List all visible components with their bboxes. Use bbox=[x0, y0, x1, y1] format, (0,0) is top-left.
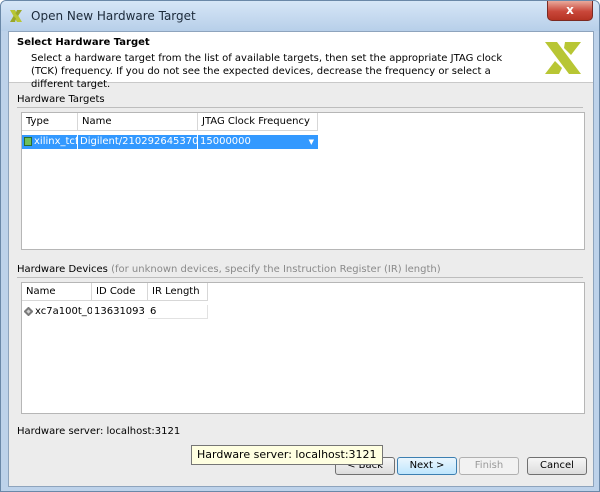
hardware-targets-table[interactable]: Type Name JTAG Clock Frequency xilinx_tc… bbox=[21, 112, 585, 250]
page-title: Select Hardware Target bbox=[17, 37, 150, 48]
hardware-devices-label: Hardware Devices (for unknown devices, s… bbox=[17, 264, 441, 275]
cell-type: xilinx_tcf bbox=[22, 135, 78, 149]
finish-button[interactable]: Finish bbox=[459, 457, 519, 475]
wizard-header: Select Hardware Target Select a hardware… bbox=[9, 32, 593, 90]
window-title: Open New Hardware Target bbox=[31, 9, 196, 23]
target-icon bbox=[24, 136, 32, 146]
table-header: Name ID Code IR Length bbox=[22, 283, 208, 301]
close-icon: x bbox=[566, 3, 574, 17]
column-header-type[interactable]: Type bbox=[22, 113, 78, 131]
next-button[interactable]: Next > bbox=[397, 457, 457, 475]
xilinx-logo-icon bbox=[10, 10, 22, 22]
divider bbox=[17, 277, 583, 278]
chip-icon bbox=[24, 306, 33, 316]
xilinx-logo-icon bbox=[545, 42, 581, 74]
chevron-down-icon[interactable]: ▼ bbox=[309, 135, 314, 149]
column-header-name[interactable]: Name bbox=[78, 113, 198, 131]
column-header-id-code[interactable]: ID Code bbox=[92, 283, 148, 301]
hardware-devices-table[interactable]: Name ID Code IR Length xc7a100t_0 136310… bbox=[21, 282, 585, 414]
title-bar[interactable]: Open New Hardware Target x bbox=[1, 1, 599, 31]
cancel-button[interactable]: Cancel bbox=[527, 457, 587, 475]
hardware-devices-hint: (for unknown devices, specify the Instru… bbox=[111, 264, 441, 275]
cell-device-name: xc7a100t_0 bbox=[22, 305, 92, 319]
dialog-body: Select Hardware Target Select a hardware… bbox=[8, 31, 594, 487]
close-button[interactable]: x bbox=[547, 1, 593, 21]
table-row[interactable]: xilinx_tcf Digilent/210292645370A 150000… bbox=[22, 135, 318, 149]
dialog-window: Open New Hardware Target x Select Hardwa… bbox=[0, 0, 600, 492]
tooltip: Hardware server: localhost:3121 bbox=[191, 445, 383, 465]
jtag-frequency-dropdown[interactable]: 15000000 ▼ bbox=[198, 135, 318, 149]
table-row[interactable]: xc7a100t_0 13631093 6 bbox=[22, 305, 208, 319]
hardware-targets-label: Hardware Targets bbox=[17, 94, 105, 105]
divider bbox=[17, 107, 583, 108]
cell-name: Digilent/210292645370A bbox=[78, 135, 198, 149]
hardware-server-status: Hardware server: localhost:3121 bbox=[17, 426, 181, 437]
column-header-name[interactable]: Name bbox=[22, 283, 92, 301]
table-header: Type Name JTAG Clock Frequency bbox=[22, 113, 318, 131]
page-description: Select a hardware target from the list o… bbox=[31, 53, 503, 90]
cell-id-code: 13631093 bbox=[94, 306, 145, 317]
column-header-jtag-frequency[interactable]: JTAG Clock Frequency bbox=[198, 113, 318, 131]
ir-length-field[interactable]: 6 bbox=[148, 305, 208, 319]
column-header-ir-length[interactable]: IR Length bbox=[148, 283, 208, 301]
